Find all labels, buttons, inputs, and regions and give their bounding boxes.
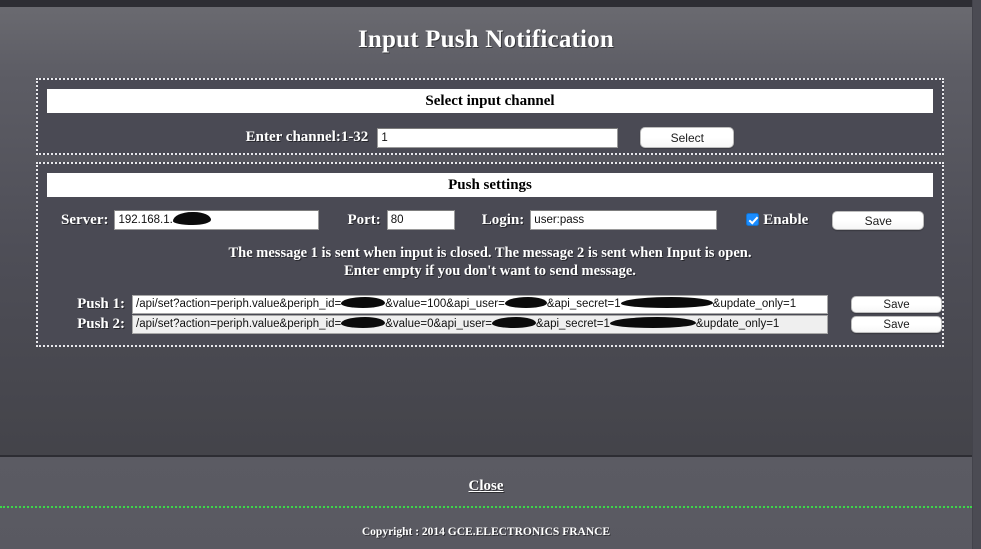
redaction-mark [341,297,386,309]
push-1-url-part3: &api_secret=1 [546,298,621,310]
page-title: Input Push Notification [357,26,615,53]
redaction-mark [620,297,713,309]
select-button[interactable]: Select [640,127,735,148]
window-top-bar [0,0,981,7]
push-1-url-input[interactable]: /api/set?action=periph.value&periph_id= &… [132,295,829,314]
login-input-value: user:pass [534,214,585,226]
push-settings-panel: Push settings Server: 192.168.1. Port: 8… [36,162,944,347]
push-row: Push 2: /api/set?action=periph.value&per… [38,315,942,334]
port-label: Port: [347,211,381,228]
enable-checkbox[interactable] [746,212,760,226]
redaction-mark [172,212,211,226]
copyright-text: Copyright : 2014 GCE.ELECTRONICS FRANCE [361,526,611,538]
push-2-url-part2: &value=0&api_user= [385,318,493,330]
select-input-channel-header: Select input channel [47,89,933,113]
channel-input-value: 1 [381,131,388,144]
server-label: Server: [61,211,109,228]
select-input-channel-panel: Select input channel Enter channel:1-32 … [36,78,944,155]
close-link[interactable]: Close [0,478,972,495]
browser-window: Input Push Notification Select input cha… [0,0,981,549]
footer-divider [0,506,972,508]
push-1-save-button[interactable]: Save [851,296,942,313]
vertical-scrollbar[interactable] [972,0,981,549]
push-settings-save-button[interactable]: Save [832,210,925,230]
login-label: Login: [481,211,525,228]
push-help-message: The message 1 is sent when input is clos… [38,244,942,280]
page-footer: Close Copyright : 2014 GCE.ELECTRONICS F… [0,455,972,549]
push-2-url-part1: /api/set?action=periph.value&periph_id= [136,318,342,330]
push-1-label: Push 1: [77,296,125,312]
push-1-url-part2: &value=100&api_user= [385,298,505,310]
push-settings-header: Push settings [47,173,933,197]
channel-input[interactable]: 1 [377,127,619,148]
push-1-url-part1: /api/set?action=periph.value&periph_id= [136,298,342,310]
redaction-mark [341,317,386,329]
push-2-save-button[interactable]: Save [851,316,942,333]
push-2-url-input[interactable]: /api/set?action=periph.value&periph_id= &… [132,315,829,334]
push-help-message-line1: The message 1 is sent when input is clos… [228,245,752,261]
login-input[interactable]: user:pass [530,210,718,230]
push-help-message-line2: Enter empty if you don't want to send me… [344,263,636,279]
redaction-mark [492,317,537,329]
enable-label: Enable [763,212,809,228]
port-input-value: 80 [390,214,404,226]
redaction-mark [504,297,547,309]
channel-row: Enter channel:1-32 1 Select [38,127,942,148]
push-2-url-part3: &api_secret=1 [536,318,610,330]
port-input[interactable]: 80 [386,210,455,230]
server-input-value: 192.168.1. [118,214,173,226]
push-url-rows: Push 1: /api/set?action=periph.value&per… [38,295,942,335]
push-settings-fields-row: Server: 192.168.1. Port: 80 Login: user:… [38,210,942,230]
push-row: Push 1: /api/set?action=periph.value&per… [38,295,942,314]
server-input[interactable]: 192.168.1. [114,210,320,230]
channel-label: Enter channel:1-32 [245,129,369,145]
push-1-url-part4: &update_only=1 [712,298,797,310]
push-2-label: Push 2: [77,316,125,332]
page-viewport: Input Push Notification Select input cha… [0,7,972,549]
enable-checkbox-group[interactable]: Enable [746,211,808,229]
redaction-mark [609,317,696,329]
push-2-url-part4: &update_only=1 [695,318,780,330]
